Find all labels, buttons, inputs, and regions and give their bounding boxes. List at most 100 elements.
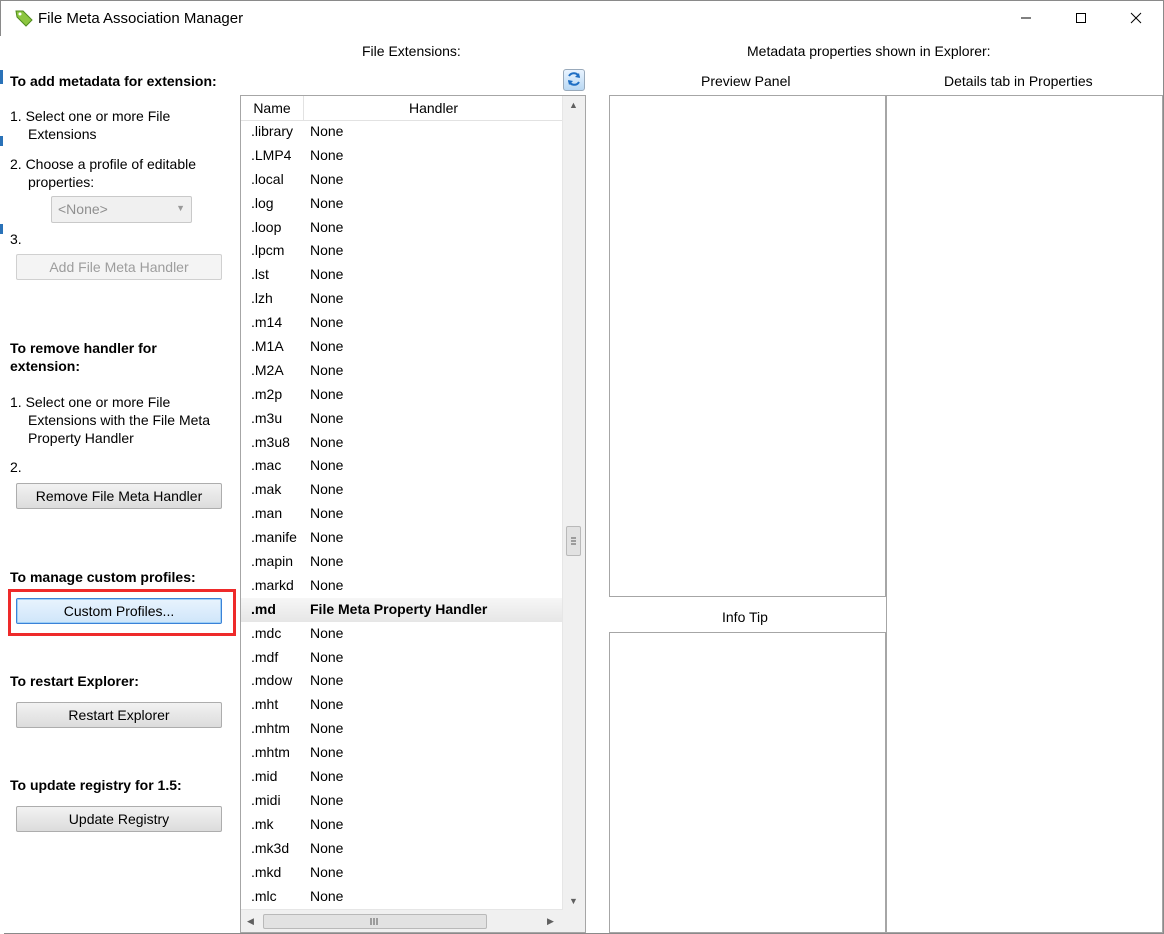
table-row-selected[interactable]: .md File Meta Property Handler (241, 597, 563, 622)
extension-name-cell: .mdc (251, 624, 282, 641)
table-row[interactable]: .mdow None (241, 669, 563, 693)
info-tip-list[interactable] (609, 632, 886, 933)
table-row[interactable]: .lpcm None (241, 239, 563, 263)
handler-cell: None (310, 576, 344, 593)
profiles-heading: To manage custom profiles: (10, 569, 196, 585)
handler-cell: None (310, 385, 344, 402)
vertical-scrollbar[interactable]: ▲ ▼ (562, 96, 585, 910)
table-row[interactable]: .mhtm None (241, 717, 563, 741)
table-row[interactable]: .m3u None (241, 407, 563, 431)
horizontal-scroll-thumb[interactable] (263, 914, 487, 929)
handler-cell: None (310, 338, 344, 355)
handler-cell: None (310, 720, 344, 737)
table-row[interactable]: .midi None (241, 789, 563, 813)
handler-cell: None (310, 672, 344, 689)
remove-heading-cont: extension: (10, 358, 81, 374)
extension-name-cell: .m3u (251, 409, 283, 426)
handler-cell: None (310, 744, 344, 761)
close-button[interactable] (1108, 2, 1164, 36)
table-row[interactable]: .mkd None (241, 861, 563, 885)
table-row[interactable]: .lst None (241, 263, 563, 287)
table-row[interactable]: .mid None (241, 765, 563, 789)
window-title: File Meta Association Manager (38, 10, 244, 27)
table-row[interactable]: .mlc None (241, 885, 563, 909)
handler-cell: None (310, 839, 344, 856)
add-heading: To add metadata for extension: (10, 73, 217, 89)
add-step-2: 2. Choose a profile of editable (10, 156, 197, 172)
refresh-button[interactable] (563, 69, 585, 91)
table-row[interactable]: .manife None (241, 526, 563, 550)
table-row[interactable]: .mdf None (241, 646, 563, 670)
scroll-up-icon[interactable]: ▲ (569, 100, 578, 110)
table-row[interactable]: .local None (241, 168, 563, 192)
table-row[interactable]: .LMP4 None (241, 144, 563, 168)
handler-cell: None (310, 624, 344, 641)
table-row[interactable]: .M1A None (241, 335, 563, 359)
profile-select[interactable]: <None> ▼ (51, 196, 192, 223)
table-row[interactable]: .m2p None (241, 383, 563, 407)
column-header-handler[interactable]: Handler (304, 96, 563, 120)
handler-cell: None (310, 791, 344, 808)
handler-cell: None (310, 481, 344, 498)
file-extensions-list[interactable]: Name Handler .library None .LMP4 None .local… (240, 95, 586, 933)
extension-name-cell: .man (251, 505, 283, 522)
extension-name-cell: .mhtm (251, 744, 290, 761)
preview-panel-list[interactable] (609, 95, 886, 597)
details-tab-label: Details tab in Properties (944, 73, 1093, 89)
add-step-2-cont: properties: (28, 174, 95, 190)
table-row[interactable]: .mac None (241, 454, 563, 478)
horizontal-scrollbar[interactable]: ◀ ▶ (241, 909, 563, 932)
column-header-name[interactable]: Name (241, 96, 304, 120)
update-registry-button[interactable]: Update Registry (16, 806, 222, 832)
table-row[interactable]: .mdc None (241, 622, 563, 646)
table-row[interactable]: .log None (241, 192, 563, 216)
extension-name-cell: .lpcm (251, 242, 285, 259)
scroll-left-icon[interactable]: ◀ (247, 916, 254, 927)
details-tab-list[interactable] (886, 95, 1163, 933)
handler-cell: None (310, 242, 344, 259)
scroll-down-icon[interactable]: ▼ (569, 896, 578, 906)
app-tag-icon (13, 8, 35, 28)
handler-cell: None (310, 361, 344, 378)
table-row[interactable]: .mhtm None (241, 741, 563, 765)
scroll-right-icon[interactable]: ▶ (547, 916, 554, 927)
maximize-button[interactable] (1053, 2, 1109, 36)
table-row[interactable]: .m14 None (241, 311, 563, 335)
table-row[interactable]: .loop None (241, 216, 563, 240)
minimize-icon (1020, 11, 1032, 27)
handler-cell: None (310, 194, 344, 211)
table-row[interactable]: .lzh None (241, 287, 563, 311)
vertical-scroll-thumb[interactable] (566, 526, 581, 556)
list-header: Name Handler (241, 96, 563, 121)
table-row[interactable]: .m3u8 None (241, 431, 563, 455)
info-tip-label: Info Tip (722, 609, 768, 625)
table-row[interactable]: .mk3d None (241, 837, 563, 861)
handler-cell: None (310, 457, 344, 474)
handler-cell: None (310, 529, 344, 546)
edge-mark (0, 224, 3, 234)
update-heading: To update registry for 1.5: (10, 777, 182, 793)
file-extensions-heading: File Extensions: (362, 43, 461, 59)
handler-cell: None (310, 409, 344, 426)
add-file-meta-handler-button[interactable]: Add File Meta Handler (16, 254, 222, 280)
table-row[interactable]: .M2A None (241, 359, 563, 383)
remove-step-1-cont: Extensions with the File Meta (28, 412, 211, 428)
remove-file-meta-handler-button[interactable]: Remove File Meta Handler (16, 483, 222, 509)
table-row[interactable]: .mak None (241, 478, 563, 502)
table-row[interactable]: .man None (241, 502, 563, 526)
extension-name-cell: .LMP4 (251, 146, 292, 163)
minimize-button[interactable] (998, 2, 1054, 36)
table-row[interactable]: .markd None (241, 574, 563, 598)
restart-explorer-button[interactable]: Restart Explorer (16, 702, 222, 728)
add-step-1: 1. Select one or more File (10, 108, 171, 124)
table-row[interactable]: .library None (241, 120, 563, 144)
table-row[interactable]: .mk None (241, 813, 563, 837)
table-row[interactable]: .mapin None (241, 550, 563, 574)
table-row[interactable]: .mht None (241, 693, 563, 717)
extension-name-cell: .mk (251, 815, 274, 832)
custom-profiles-button[interactable]: Custom Profiles... (16, 598, 222, 624)
background-edge (0, 36, 4, 934)
remove-step-2: 2. (10, 459, 22, 475)
extension-name-cell: .log (251, 194, 274, 211)
add-step-3: 3. (10, 231, 22, 247)
